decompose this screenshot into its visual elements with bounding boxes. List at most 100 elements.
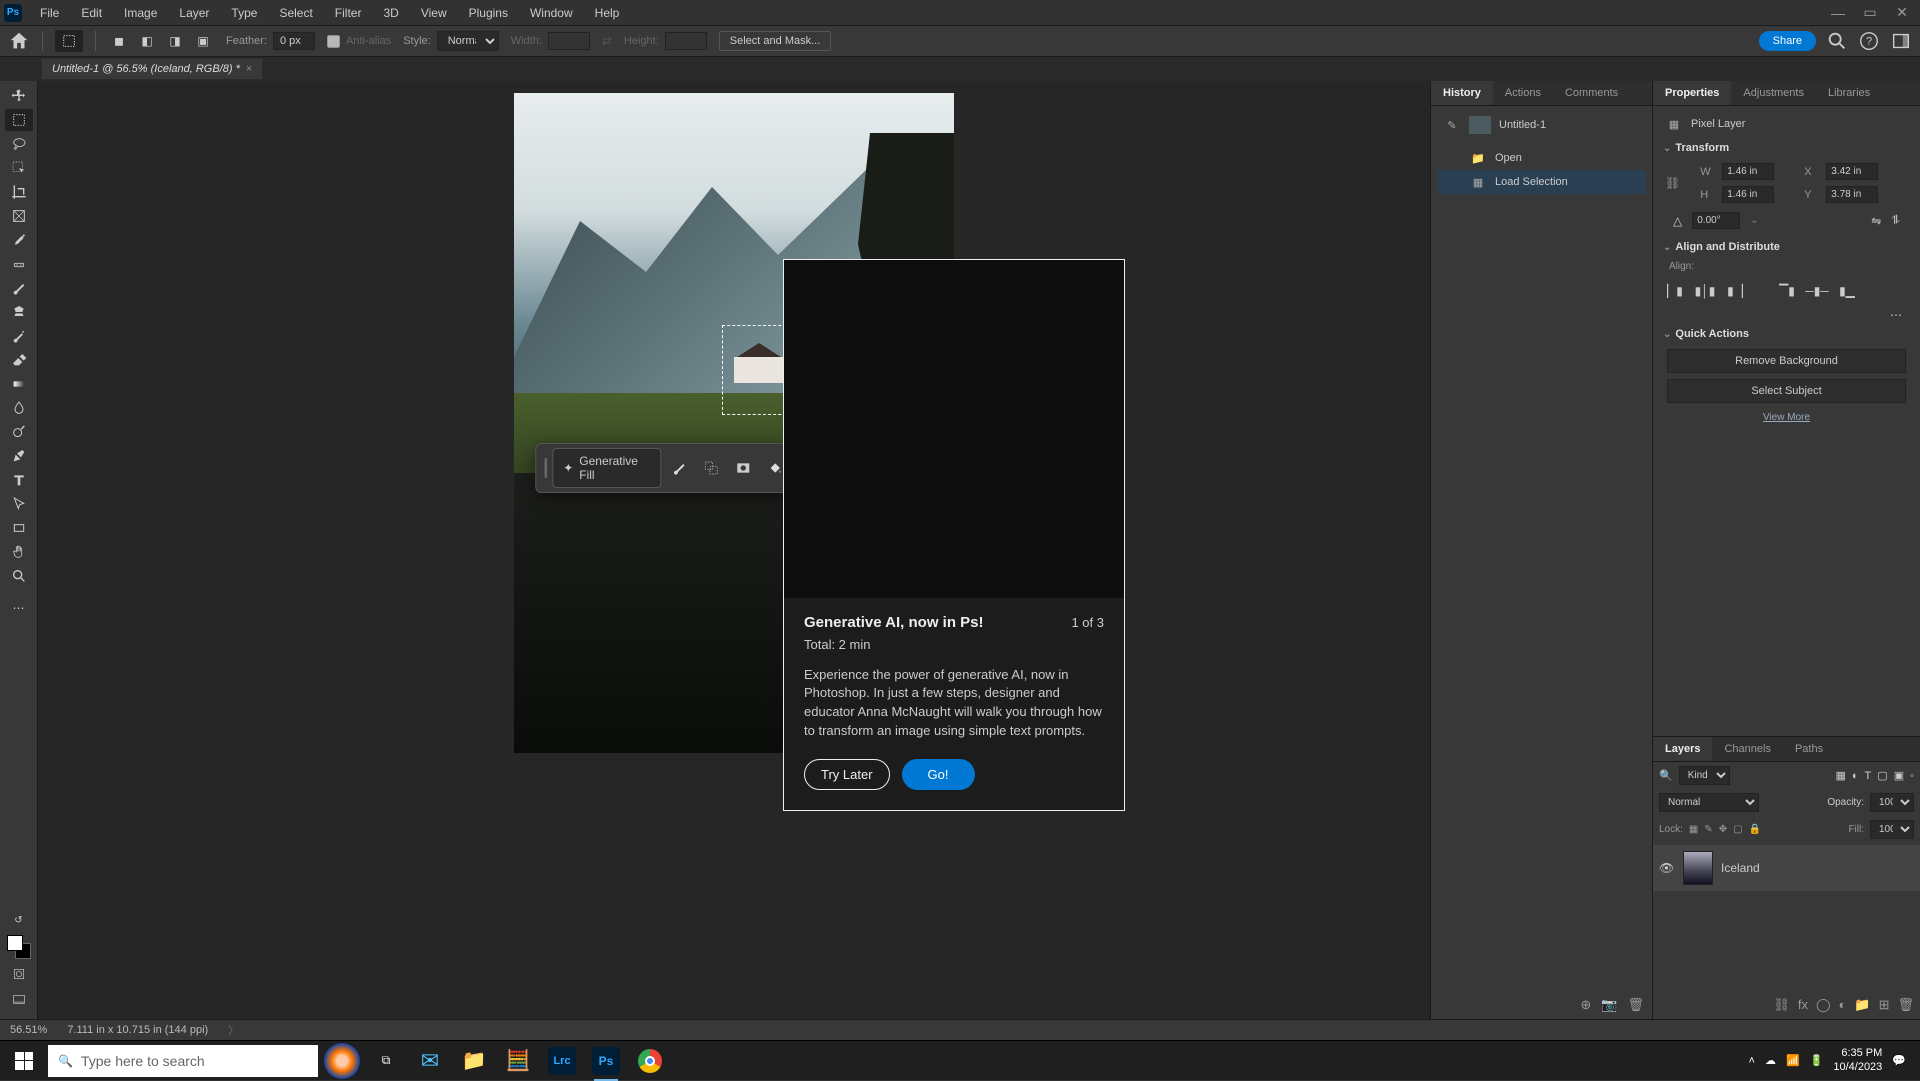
menu-layer[interactable]: Layer	[169, 2, 219, 24]
drag-handle-icon[interactable]	[544, 458, 548, 478]
path-selection-tool[interactable]	[5, 493, 33, 515]
screen-mode-icon[interactable]	[5, 989, 33, 1011]
align-right-icon[interactable]: ▮▕	[1725, 282, 1745, 300]
select-subject-button[interactable]: Select Subject	[1667, 379, 1906, 403]
file-explorer-icon[interactable]: 📁	[454, 1041, 494, 1081]
marquee-tool[interactable]	[5, 109, 33, 131]
add-selection-icon[interactable]: ◧	[136, 30, 158, 52]
intersect-selection-icon[interactable]: ▣	[192, 30, 214, 52]
lasso-tool[interactable]	[5, 133, 33, 155]
tab-comments[interactable]: Comments	[1553, 81, 1630, 105]
window-close-button[interactable]: ✕	[1888, 3, 1916, 23]
document-dimensions[interactable]: 7.111 in x 10.715 in (144 ppi)	[67, 1024, 208, 1036]
quick-mask-icon[interactable]	[5, 963, 33, 985]
type-tool[interactable]	[5, 469, 33, 491]
filter-adjustment-icon[interactable]: ◐	[1852, 770, 1859, 782]
height-input[interactable]	[1722, 186, 1774, 203]
home-button[interactable]	[8, 30, 30, 52]
healing-brush-tool[interactable]	[5, 253, 33, 275]
menu-view[interactable]: View	[411, 2, 457, 24]
tab-layers[interactable]: Layers	[1653, 737, 1712, 761]
remove-background-button[interactable]: Remove Background	[1667, 349, 1906, 373]
photoshop-icon[interactable]: Ps	[586, 1041, 626, 1081]
menu-filter[interactable]: Filter	[325, 2, 372, 24]
trash-icon[interactable]: 🗑	[1627, 997, 1644, 1013]
move-tool[interactable]	[5, 85, 33, 107]
eraser-tool[interactable]	[5, 349, 33, 371]
menu-select[interactable]: Select	[269, 2, 322, 24]
tab-paths[interactable]: Paths	[1783, 737, 1835, 761]
taskbar-search[interactable]: 🔍 Type here to search	[48, 1045, 318, 1077]
lock-all-icon[interactable]: 🔒	[1749, 824, 1761, 835]
hand-tool[interactable]	[5, 541, 33, 563]
menu-plugins[interactable]: Plugins	[459, 2, 518, 24]
ctx-brush-icon[interactable]	[665, 454, 693, 482]
menu-window[interactable]: Window	[520, 2, 583, 24]
filter-pixel-icon[interactable]: ▦	[1835, 769, 1845, 782]
transform-section[interactable]: ⌄Transform	[1659, 136, 1914, 160]
zoom-level[interactable]: 56.51%	[10, 1024, 47, 1036]
chrome-icon[interactable]	[630, 1041, 670, 1081]
angle-input[interactable]	[1692, 212, 1740, 229]
brush-tool[interactable]	[5, 277, 33, 299]
fill-select[interactable]: 100%	[1870, 820, 1914, 839]
ctx-modify-selection-icon[interactable]	[697, 454, 725, 482]
opacity-select[interactable]: 100%	[1870, 793, 1914, 812]
frame-tool[interactable]	[5, 205, 33, 227]
swap-colors-icon[interactable]: ↺	[5, 909, 33, 931]
calculator-icon[interactable]: 🧮	[498, 1041, 538, 1081]
close-tab-icon[interactable]: ×	[246, 63, 252, 75]
window-maximize-button[interactable]: ▭	[1856, 3, 1884, 23]
view-more-link[interactable]: View More	[1667, 406, 1906, 429]
tab-history[interactable]: History	[1431, 81, 1493, 105]
layer-name[interactable]: Iceland	[1721, 861, 1760, 875]
document-tab[interactable]: Untitled-1 @ 56.5% (Iceland, RGB/8) * ×	[42, 59, 262, 79]
group-icon[interactable]: 📁	[1854, 997, 1870, 1013]
feather-input[interactable]	[273, 32, 315, 50]
layer-style-icon[interactable]: fx	[1798, 997, 1808, 1013]
align-vcenter-icon[interactable]: ─▮─	[1807, 282, 1827, 300]
link-wh-icon[interactable]: ⛓	[1665, 176, 1680, 190]
wifi-icon[interactable]: 📶	[1786, 1054, 1800, 1067]
menu-image[interactable]: Image	[114, 2, 167, 24]
adjustment-layer-icon[interactable]: ◐	[1839, 997, 1847, 1013]
history-item-load-selection[interactable]: ▦ Load Selection	[1437, 170, 1646, 194]
dodge-tool[interactable]	[5, 421, 33, 443]
width-input[interactable]	[1722, 163, 1774, 180]
canvas-area[interactable]: ✦ Generative Fill ⋯ Deselect Generative …	[38, 81, 1430, 1019]
blend-mode-select[interactable]: Normal	[1659, 793, 1759, 812]
quick-actions-section[interactable]: ⌄Quick Actions	[1659, 322, 1914, 346]
rectangle-tool[interactable]	[5, 517, 33, 539]
align-section[interactable]: ⌄Align and Distribute	[1659, 235, 1914, 259]
menu-help[interactable]: Help	[585, 2, 630, 24]
workspace-icon[interactable]	[1890, 30, 1912, 52]
layer-filter-select[interactable]: Kind	[1679, 766, 1730, 785]
task-view-icon[interactable]: ⧉	[366, 1041, 406, 1081]
edit-toolbar-icon[interactable]: ⋯	[5, 597, 33, 619]
new-snapshot-icon[interactable]: ⊕	[1580, 997, 1591, 1013]
camera-icon[interactable]: 📷	[1601, 997, 1617, 1013]
onedrive-icon[interactable]: ☁	[1765, 1054, 1776, 1067]
start-button[interactable]	[4, 1041, 44, 1081]
align-bottom-icon[interactable]: ▮▁	[1837, 282, 1857, 300]
history-brush-tool[interactable]	[5, 325, 33, 347]
blur-tool[interactable]	[5, 397, 33, 419]
menu-3d[interactable]: 3D	[373, 2, 408, 24]
cortana-icon[interactable]	[322, 1041, 362, 1081]
crop-tool[interactable]	[5, 181, 33, 203]
gradient-tool[interactable]	[5, 373, 33, 395]
subtract-selection-icon[interactable]: ◨	[164, 30, 186, 52]
filter-toggle-icon[interactable]: ◦	[1910, 770, 1914, 782]
tab-actions[interactable]: Actions	[1493, 81, 1553, 105]
select-and-mask-button[interactable]: Select and Mask...	[719, 31, 832, 51]
clone-stamp-tool[interactable]	[5, 301, 33, 323]
layer-thumbnail[interactable]	[1683, 851, 1713, 885]
layer-row[interactable]: 👁 Iceland	[1653, 845, 1920, 891]
color-swatches[interactable]	[7, 935, 31, 959]
lock-transparency-icon[interactable]: ▦	[1689, 824, 1698, 835]
angle-dropdown-icon[interactable]: ⌄	[1750, 215, 1758, 226]
go-button[interactable]: Go!	[902, 759, 975, 790]
link-layers-icon[interactable]: ⛓	[1773, 997, 1790, 1013]
flip-horizontal-icon[interactable]: ⇋	[1871, 214, 1881, 228]
align-hcenter-icon[interactable]: ▮│▮	[1695, 282, 1715, 300]
